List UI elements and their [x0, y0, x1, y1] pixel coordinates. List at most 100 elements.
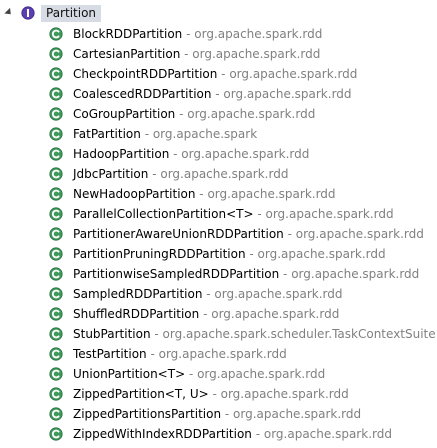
tree-item[interactable]: ShuffledRDDPartition - org.apache.spark.… [0, 304, 437, 324]
class-name: CoGroupPartition [73, 107, 176, 121]
tree-item[interactable]: StubPartition - org.apache.spark.schedul… [0, 324, 437, 344]
package-name: - org.apache.spark.rdd [180, 47, 321, 61]
class-icon [49, 47, 63, 61]
package-name: - org.apache.spark.rdd [253, 207, 394, 221]
package-name: - org.apache.spark.rdd [279, 267, 420, 281]
package-name: - org.apache.spark.rdd [208, 387, 349, 401]
tree-item-label: PartitionwiseSampledRDDPartition - org.a… [73, 264, 419, 284]
package-name: - org.apache.spark.rdd [148, 167, 289, 181]
expanded-triangle-icon[interactable] [4, 7, 14, 18]
tree-item[interactable]: UnionPartition<T> - org.apache.spark.rdd [0, 364, 437, 384]
package-name: - org.apache.spark.rdd [211, 87, 352, 101]
tree-item[interactable]: PartitionwiseSampledRDDPartition - org.a… [0, 264, 437, 284]
class-icon [49, 327, 63, 341]
class-icon [49, 207, 63, 221]
package-name: - org.apache.spark.rdd [221, 407, 362, 421]
class-icon [49, 27, 63, 41]
package-name: - org.apache.spark.rdd [245, 247, 386, 261]
class-name: TestPartition [73, 347, 147, 361]
class-icon [49, 227, 63, 241]
tree-item-label: ZippedPartitionsPartition - org.apache.s… [73, 404, 361, 424]
class-name: JdbcPartition [73, 167, 149, 181]
class-icon [49, 307, 63, 321]
class-name: ZippedPartitionsPartition [73, 407, 222, 421]
tree-item-label: JdbcPartition - org.apache.spark.rdd [73, 164, 288, 184]
tree-item-label: ParallelCollectionPartition<T> - org.apa… [73, 204, 394, 224]
class-name: CheckpointRDDPartition [73, 67, 218, 81]
class-name: ShuffledRDDPartition [73, 307, 200, 321]
package-name: - org.apache.spark.rdd [182, 27, 323, 41]
tree-item-label: CoalescedRDDPartition - org.apache.spark… [73, 84, 352, 104]
class-icon [49, 367, 63, 381]
tree-item-label: FatPartition - org.apache.spark [73, 124, 257, 144]
tree-item[interactable]: CartesianPartition - org.apache.spark.rd… [0, 44, 437, 64]
tree-item[interactable]: JdbcPartition - org.apache.spark.rdd [0, 164, 437, 184]
package-name: - org.apache.spark.rdd [175, 107, 316, 121]
tree-root-label[interactable]: Partition [41, 5, 102, 22]
tree-root-row[interactable]: Partition [0, 4, 437, 24]
tree-item-label: CoGroupPartition - org.apache.spark.rdd [73, 104, 315, 124]
tree-item[interactable]: SampledRDDPartition - org.apache.spark.r… [0, 284, 437, 304]
class-name: BlockRDDPartition [73, 27, 183, 41]
tree-item-label: PartitionPruningRDDPartition - org.apach… [73, 244, 386, 264]
tree-item-label: CheckpointRDDPartition - org.apache.spar… [73, 64, 357, 84]
tree-item[interactable]: BlockRDDPartition - org.apache.spark.rdd [0, 24, 437, 44]
tree-item[interactable]: FatPartition - org.apache.spark [0, 124, 437, 144]
tree-item-label: ZippedPartition<T, U> - org.apache.spark… [73, 384, 349, 404]
tree-item[interactable]: PartitionerAwareUnionRDDPartition - org.… [0, 224, 437, 244]
package-name: - org.apache.spark.scheduler.TaskContext… [150, 327, 436, 341]
class-name: CoalescedRDDPartition [73, 87, 212, 101]
package-name: - org.apache.spark.rdd [283, 227, 424, 241]
class-icon [49, 267, 63, 281]
class-name: NewHadoopPartition [73, 187, 196, 201]
tree-item-label: BlockRDDPartition - org.apache.spark.rdd [73, 24, 322, 44]
class-name: PartitionPruningRDDPartition [73, 247, 246, 261]
package-name: - org.apache.spark.rdd [169, 147, 310, 161]
tree-item-label: HadoopPartition - org.apache.spark.rdd [73, 144, 309, 164]
class-icon [49, 87, 63, 101]
class-name: StubPartition [73, 327, 151, 341]
tree-item-label: PartitionerAwareUnionRDDPartition - org.… [73, 224, 424, 244]
class-name: ZippedWithIndexRDDPartition [73, 427, 252, 441]
package-name: - org.apache.spark.rdd [199, 307, 340, 321]
tree-item[interactable]: CheckpointRDDPartition - org.apache.spar… [0, 64, 437, 84]
tree-item[interactable]: CoGroupPartition - org.apache.spark.rdd [0, 104, 437, 124]
class-icon [49, 247, 63, 261]
package-name: - org.apache.spark [140, 127, 258, 141]
class-icon [49, 127, 63, 141]
tree-item[interactable]: HadoopPartition - org.apache.spark.rdd [0, 144, 437, 164]
subtype-list: BlockRDDPartition - org.apache.spark.rdd… [0, 24, 437, 444]
class-icon [49, 67, 63, 81]
tree-item[interactable]: ZippedPartition<T, U> - org.apache.spark… [0, 384, 437, 404]
tree-item[interactable]: ZippedPartitionsPartition - org.apache.s… [0, 404, 437, 424]
tree-item-label: SampledRDDPartition - org.apache.spark.r… [73, 284, 343, 304]
class-name: FatPartition [73, 127, 141, 141]
package-name: - org.apache.spark.rdd [251, 427, 392, 441]
tree-item[interactable]: NewHadoopPartition - org.apache.spark.rd… [0, 184, 437, 204]
class-name: UnionPartition<T> [73, 367, 186, 381]
class-name: ZippedPartition<T, U> [73, 387, 209, 401]
tree-item[interactable]: CoalescedRDDPartition - org.apache.spark… [0, 84, 437, 104]
class-icon [49, 107, 63, 121]
class-name: PartitionerAwareUnionRDDPartition [73, 227, 284, 241]
tree-item-label: UnionPartition<T> - org.apache.spark.rdd [73, 364, 325, 384]
class-icon [49, 347, 63, 361]
type-hierarchy-tree: Partition BlockRDDPartition - org.apache… [0, 0, 437, 448]
tree-item[interactable]: ZippedWithIndexRDDPartition - org.apache… [0, 424, 437, 444]
package-name: - org.apache.spark.rdd [185, 367, 326, 381]
tree-item[interactable]: ParallelCollectionPartition<T> - org.apa… [0, 204, 437, 224]
tree-item[interactable]: TestPartition - org.apache.spark.rdd [0, 344, 437, 364]
class-name: ParallelCollectionPartition<T> [73, 207, 254, 221]
tree-item-label: CartesianPartition - org.apache.spark.rd… [73, 44, 320, 64]
package-name: - org.apache.spark.rdd [202, 287, 343, 301]
tree-item-label: ShuffledRDDPartition - org.apache.spark.… [73, 304, 339, 324]
tree-item-label: StubPartition - org.apache.spark.schedul… [73, 324, 436, 344]
class-icon [49, 167, 63, 181]
interface-icon [21, 6, 35, 20]
package-name: - org.apache.spark.rdd [195, 187, 336, 201]
class-icon [49, 387, 63, 401]
tree-item[interactable]: PartitionPruningRDDPartition - org.apach… [0, 244, 437, 264]
class-icon [49, 147, 63, 161]
package-name: - org.apache.spark.rdd [146, 347, 287, 361]
package-name: - org.apache.spark.rdd [217, 67, 358, 81]
